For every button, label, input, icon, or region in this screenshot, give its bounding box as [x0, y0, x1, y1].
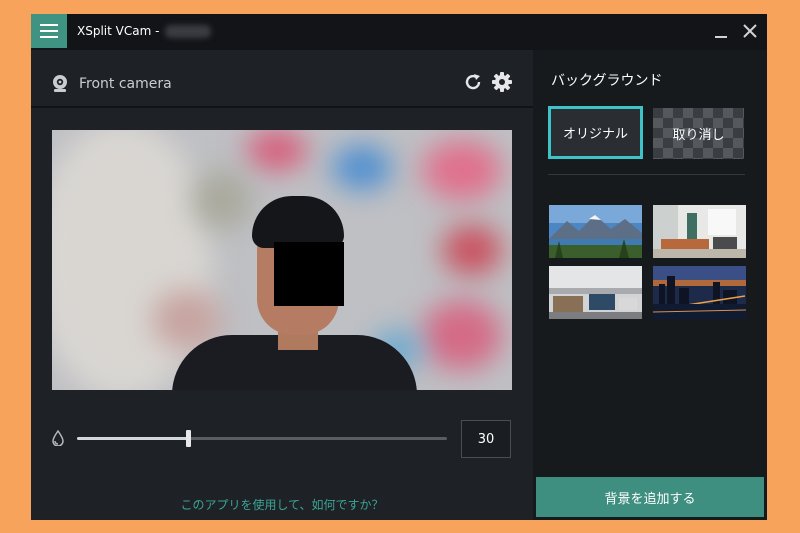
blur-drop-icon	[52, 430, 64, 446]
living-room-image	[653, 205, 746, 258]
close-button[interactable]	[742, 22, 758, 44]
webcam-icon	[53, 75, 67, 92]
blur-slider[interactable]	[77, 430, 447, 447]
office-desk-image	[549, 266, 642, 319]
background-title: バックグラウンド	[551, 73, 663, 89]
feedback-link[interactable]: このアプリを使用して、如何ですか？	[31, 496, 533, 513]
camera-header: Front camera	[31, 50, 533, 108]
city-night-image	[653, 266, 746, 319]
add-background-button[interactable]: 背景を追加する	[536, 477, 764, 517]
background-thumbnail-city-night[interactable]	[653, 266, 746, 319]
blur-value-input[interactable]: 30	[461, 420, 511, 458]
camera-name[interactable]: Front camera	[79, 76, 172, 92]
refresh-icon[interactable]	[463, 72, 483, 92]
camera-preview	[52, 130, 512, 390]
app-window: XSplit VCam - Front camera 30 このアプリを使用して…	[31, 14, 767, 520]
hamburger-menu-button[interactable]	[31, 14, 67, 48]
privacy-mask	[274, 242, 344, 306]
background-thumbnail-living-room[interactable]	[653, 205, 746, 258]
person-hair	[252, 196, 344, 248]
title-bar: XSplit VCam -	[31, 14, 767, 50]
menu-line	[40, 24, 58, 26]
menu-line	[40, 36, 58, 38]
menu-line	[40, 30, 58, 32]
close-icon	[743, 24, 757, 38]
camera-panel: Front camera 30 このアプリを使用して、如何ですか？	[31, 50, 533, 520]
mountain-lake-image	[549, 205, 642, 258]
background-panel: バックグラウンド オリジナル 取り消し 背景を追加する	[533, 50, 767, 520]
minimize-icon	[715, 36, 727, 38]
original-background-button[interactable]: オリジナル	[548, 106, 643, 159]
redacted-account-name	[165, 25, 211, 38]
blur-slider-thumb[interactable]	[186, 430, 191, 447]
remove-background-button[interactable]: 取り消し	[653, 108, 744, 159]
gear-icon[interactable]	[491, 71, 513, 93]
app-title: XSplit VCam -	[77, 24, 160, 38]
background-thumbnail-mountains[interactable]	[549, 205, 642, 258]
blur-slider-fill	[77, 437, 188, 440]
minimize-button[interactable]	[714, 22, 728, 44]
background-thumbnail-office[interactable]	[549, 266, 642, 319]
divider	[548, 174, 745, 175]
